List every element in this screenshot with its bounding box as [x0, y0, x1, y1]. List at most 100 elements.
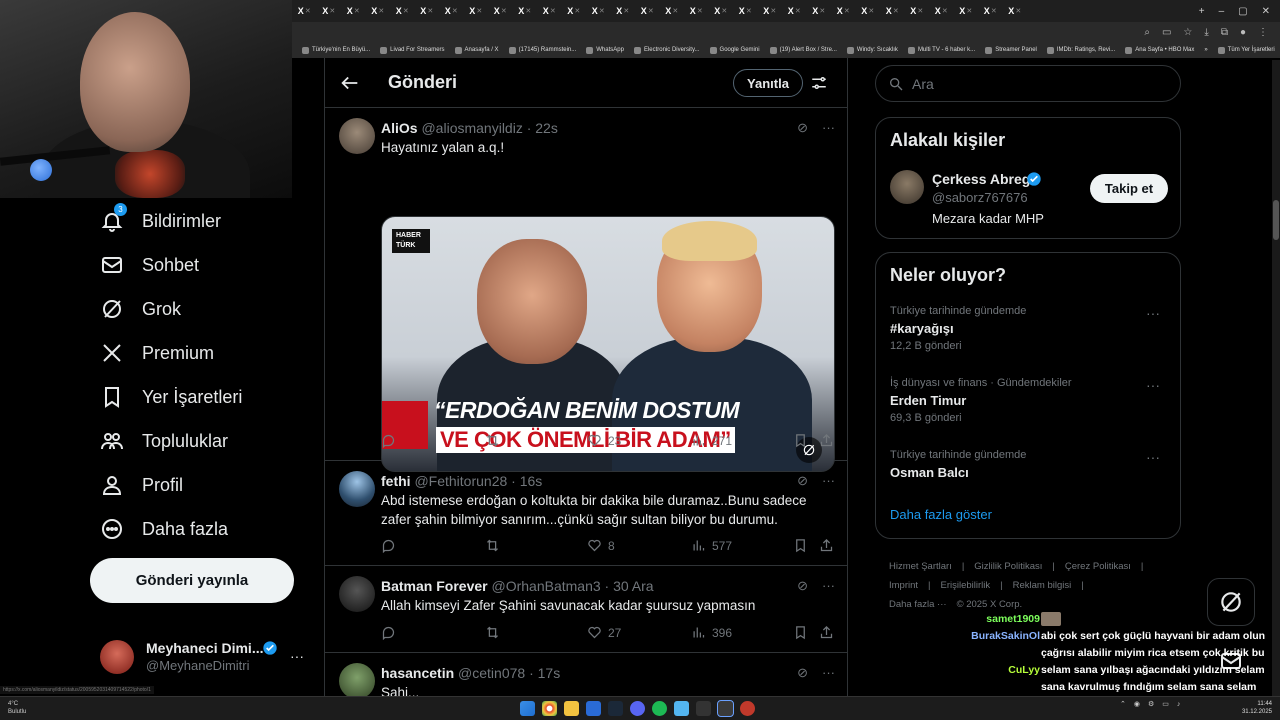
- bookmark-item[interactable]: Google Gemini: [709, 46, 760, 54]
- close-tab-icon[interactable]: ✕: [746, 7, 752, 15]
- tweet-author-handle[interactable]: @cetin078: [458, 665, 525, 681]
- repost-action[interactable]: [485, 433, 500, 448]
- grok-icon[interactable]: ⊘: [797, 665, 808, 681]
- close-tab-icon[interactable]: ✕: [697, 7, 703, 15]
- search-input[interactable]: [912, 75, 1152, 92]
- browser-tab[interactable]: X ✕: [341, 0, 366, 22]
- browser-tab[interactable]: X ✕: [978, 0, 1003, 22]
- reply-tweet[interactable]: Batman Forever @OrhanBatman3 · 30 Ara ⊘ …: [325, 566, 847, 653]
- browser-tab[interactable]: X ✕: [905, 0, 930, 22]
- footer-link[interactable]: Çerez Politikası: [1065, 561, 1131, 572]
- browser-tab[interactable]: X ✕: [709, 0, 734, 22]
- browser-tab[interactable]: X ✕: [390, 0, 415, 22]
- browser-tab[interactable]: X ✕: [684, 0, 709, 22]
- bookmark-action[interactable]: [793, 538, 808, 553]
- nav-item-grok[interactable]: Grok: [100, 294, 181, 324]
- close-tab-icon[interactable]: ✕: [917, 7, 923, 15]
- browser-tab[interactable]: X ✕: [758, 0, 783, 22]
- scrollbar-thumb[interactable]: [1273, 200, 1279, 240]
- views-action[interactable]: 577: [691, 538, 732, 553]
- nav-item-chat[interactable]: Sohbet: [100, 250, 199, 280]
- reply-action[interactable]: [381, 538, 396, 553]
- bookmark-item[interactable]: (17145) Rammstein...: [508, 46, 576, 54]
- share-action[interactable]: [819, 625, 834, 640]
- footer-link[interactable]: Daha fazla ···: [889, 599, 947, 610]
- browser-tab[interactable]: X ✕: [537, 0, 562, 22]
- close-tab-icon[interactable]: ✕: [476, 7, 482, 15]
- nav-item-more[interactable]: Daha fazla: [100, 514, 228, 544]
- cast-icon[interactable]: ▭: [1162, 27, 1171, 38]
- more-icon[interactable]: ···: [822, 473, 835, 489]
- footer-link[interactable]: Erişilebilirlik: [941, 580, 991, 591]
- more-icon[interactable]: ···: [822, 578, 835, 594]
- close-tab-icon[interactable]: ✕: [378, 7, 384, 15]
- reply-tweet[interactable]: fethi @Fethitorun28 · 16s ⊘ ··· Abd iste…: [325, 461, 847, 566]
- trend-item[interactable]: Türkiye tarihinde gündemde #karyağışı 12…: [890, 305, 1168, 352]
- star-icon[interactable]: ☆: [1183, 27, 1192, 38]
- spotify-icon[interactable]: [652, 701, 667, 716]
- minimize-button[interactable]: –: [1219, 6, 1225, 17]
- maximize-button[interactable]: ▢: [1238, 6, 1247, 17]
- new-tab-button[interactable]: +: [1199, 6, 1205, 17]
- grok-icon[interactable]: ⊘: [797, 578, 808, 594]
- trend-item[interactable]: Türkiye tarihinde gündemde Osman Balcı ·…: [890, 449, 1168, 480]
- zoom-icon[interactable]: ⌕: [1144, 27, 1150, 38]
- close-tab-icon[interactable]: ✕: [427, 7, 433, 15]
- browser-tab[interactable]: X ✕: [782, 0, 807, 22]
- close-tab-icon[interactable]: ✕: [844, 7, 850, 15]
- tweet-author-handle[interactable]: @aliosmanyildiz: [421, 120, 522, 136]
- tweet-author-name[interactable]: Batman Forever: [381, 578, 488, 594]
- close-tab-icon[interactable]: ✕: [501, 7, 507, 15]
- close-tab-icon[interactable]: ✕: [599, 7, 605, 15]
- like-action[interactable]: 8: [587, 538, 615, 553]
- browser-tab[interactable]: X ✕: [929, 0, 954, 22]
- tweet-time[interactable]: · 16s: [511, 473, 542, 489]
- close-tab-icon[interactable]: ✕: [452, 7, 458, 15]
- scrollbar[interactable]: [1272, 60, 1280, 696]
- share-action[interactable]: [819, 538, 834, 553]
- discord-icon[interactable]: [630, 701, 645, 716]
- account-more-icon[interactable]: ···: [290, 648, 304, 664]
- close-tab-icon[interactable]: ✕: [991, 7, 997, 15]
- bookmark-item[interactable]: Streamer Panel: [985, 46, 1037, 54]
- bookmark-item[interactable]: Livad For Streamers: [380, 46, 445, 54]
- tray-icon[interactable]: ⚙: [1148, 700, 1154, 708]
- nav-item-bookmarks[interactable]: Yer İşaretleri: [100, 382, 242, 412]
- close-tab-icon[interactable]: ✕: [550, 7, 556, 15]
- views-action[interactable]: 271: [691, 433, 732, 448]
- browser-tab[interactable]: X ✕: [880, 0, 905, 22]
- app-icon[interactable]: [717, 700, 734, 717]
- grok-icon[interactable]: ⊘: [797, 473, 808, 489]
- repost-action[interactable]: [485, 538, 500, 553]
- close-tab-icon[interactable]: ✕: [770, 7, 776, 15]
- tweet-time[interactable]: · 22s: [527, 120, 558, 136]
- more-icon[interactable]: ···: [1146, 449, 1160, 465]
- bookmark-item[interactable]: WhatsApp: [586, 46, 624, 54]
- nav-item-premium[interactable]: Premium: [100, 338, 214, 368]
- download-icon[interactable]: ⤓: [1204, 27, 1208, 38]
- menu-icon[interactable]: ⋮: [1258, 27, 1268, 38]
- tweet-time[interactable]: · 17s: [529, 665, 560, 681]
- footer-link[interactable]: © 2025 X Corp.: [957, 599, 1023, 610]
- nav-item-notifications[interactable]: 3 Bildirimler: [100, 203, 221, 236]
- close-tab-icon[interactable]: ✕: [403, 7, 409, 15]
- footer-link[interactable]: Hizmet Şartları: [889, 561, 952, 572]
- app-icon[interactable]: [674, 701, 689, 716]
- all-bookmarks[interactable]: Tüm Yer İşaretleri: [1217, 46, 1280, 54]
- bookmark-action[interactable]: [793, 625, 808, 640]
- bookmark-item[interactable]: Electronic Diversity...: [633, 46, 700, 54]
- steam-icon[interactable]: [608, 701, 623, 716]
- browser-tab[interactable]: X ✕: [488, 0, 513, 22]
- repost-action[interactable]: [485, 625, 500, 640]
- more-icon[interactable]: ···: [822, 665, 835, 681]
- close-window-button[interactable]: ✕: [1262, 6, 1270, 17]
- tweet-time[interactable]: · 30 Ara: [605, 578, 654, 594]
- browser-tab[interactable]: X ✕: [856, 0, 881, 22]
- tweet-author-handle[interactable]: @OrhanBatman3: [491, 578, 600, 594]
- footer-link[interactable]: Gizlilik Politikası: [974, 561, 1042, 572]
- obs-icon[interactable]: [740, 701, 755, 716]
- browser-tab[interactable]: X ✕: [439, 0, 464, 22]
- nav-item-communities[interactable]: Topluluklar: [100, 426, 228, 456]
- close-tab-icon[interactable]: ✕: [354, 7, 360, 15]
- close-tab-icon[interactable]: ✕: [721, 7, 727, 15]
